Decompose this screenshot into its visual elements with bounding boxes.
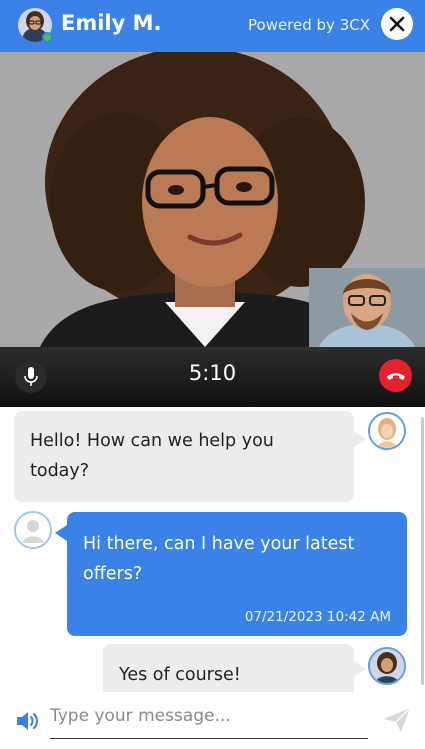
input-underline (50, 738, 368, 739)
message-text: Hi there, can I have your latest offers? (83, 534, 355, 584)
agent-bubble-tail (354, 661, 366, 677)
call-timer: 5:10 (188, 361, 237, 385)
agent-avatar (368, 412, 406, 450)
visitor-avatar (14, 511, 52, 549)
speaker-icon (17, 712, 38, 730)
hangup-button[interactable] (379, 359, 412, 392)
remote-video (0, 52, 425, 347)
close-icon (389, 16, 405, 32)
close-button[interactable] (381, 8, 413, 40)
phone-hangup-icon (386, 372, 405, 380)
send-button[interactable] (382, 706, 412, 734)
chat-header: Emily M. Powered by 3CX (0, 0, 425, 52)
self-video-preview[interactable] (309, 268, 425, 347)
visitor-message: Hi there, can I have your latest offers?… (67, 512, 407, 636)
call-controls-bar: 5:10 (0, 347, 425, 407)
message-composer (0, 692, 425, 749)
chat-messages[interactable]: Hello! How can we help you today? Hi the… (0, 407, 425, 692)
visitor-bubble-tail (55, 525, 67, 541)
agent-bubble-tail (354, 431, 366, 447)
agent-message: Yes of course! (103, 644, 354, 692)
online-status-dot (42, 32, 53, 43)
agent-message: Hello! How can we help you today? (14, 411, 354, 502)
sound-toggle-button[interactable] (16, 710, 40, 732)
agent-avatar (368, 647, 406, 685)
message-input[interactable] (50, 700, 370, 732)
chat-scrollbar[interactable] (421, 417, 424, 685)
message-text: Yes of course! (119, 665, 241, 685)
agent-name: Emily M. (61, 11, 162, 35)
send-icon (384, 707, 411, 732)
message-text: Hello! How can we help you today? (30, 431, 274, 481)
message-timestamp: 07/21/2023 10:42 AM (244, 609, 391, 625)
powered-by-label: Powered by 3CX (248, 16, 370, 34)
agent-avatar (18, 8, 53, 43)
